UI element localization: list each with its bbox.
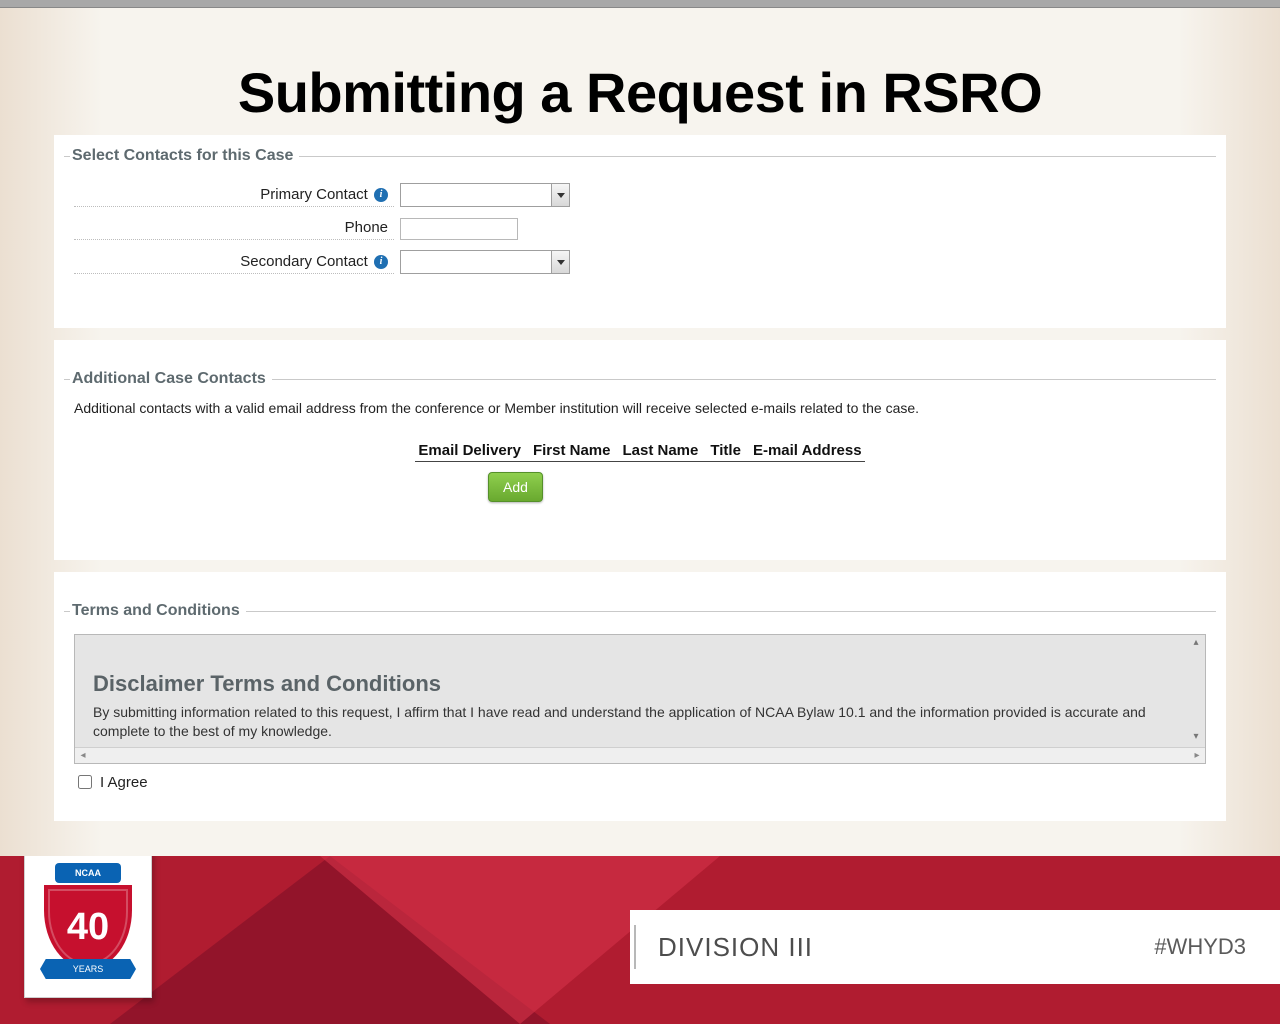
chevron-down-icon[interactable] [551, 251, 569, 273]
additional-description: Additional contacts with a valid email a… [74, 400, 1216, 416]
scroll-left-icon[interactable]: ◂ [75, 748, 91, 764]
add-button[interactable]: Add [488, 472, 543, 502]
hashtag-text: #WHYD3 [1154, 934, 1246, 960]
terms-fieldset: Terms and Conditions ▴ Disclaimer Terms … [64, 602, 1216, 807]
terms-legend: Terms and Conditions [70, 602, 246, 620]
terms-panel: Terms and Conditions ▴ Disclaimer Terms … [54, 572, 1226, 821]
primary-contact-label: Primary Contact i [74, 184, 394, 207]
footer: DIVISION III #WHYD3 NCAA 40 YEARS [0, 856, 1280, 1024]
phone-row: Phone [64, 217, 1216, 240]
info-icon[interactable]: i [374, 255, 388, 269]
scroll-down-icon[interactable]: ▾ [1189, 731, 1203, 745]
primary-contact-row: Primary Contact i [64, 183, 1216, 207]
badge-top-label: NCAA [55, 863, 121, 883]
secondary-contact-dropdown[interactable] [400, 250, 570, 274]
footer-separator [634, 925, 636, 969]
slide-content: Submitting a Request in RSRO Select Cont… [0, 0, 1280, 821]
scroll-up-icon[interactable]: ▴ [1189, 637, 1203, 651]
contacts-panel: Select Contacts for this Case Primary Co… [54, 135, 1226, 328]
terms-box: ▴ Disclaimer Terms and Conditions By sub… [74, 634, 1206, 764]
top-bar [0, 0, 1280, 8]
additional-fieldset: Additional Case Contacts Additional cont… [64, 370, 1216, 526]
badge-ribbon: YEARS [40, 959, 136, 979]
col-email-delivery: Email Delivery [418, 442, 521, 459]
secondary-contact-label-text: Secondary Contact [240, 253, 368, 270]
additional-table-header: Email Delivery First Name Last Name Titl… [415, 442, 865, 462]
info-icon[interactable]: i [374, 188, 388, 202]
horizontal-scrollbar[interactable]: ◂ ▸ [75, 747, 1205, 763]
badge-number: 40 [44, 885, 132, 969]
secondary-contact-row: Secondary Contact i [64, 250, 1216, 274]
contacts-legend: Select Contacts for this Case [70, 147, 299, 165]
additional-legend: Additional Case Contacts [70, 370, 272, 388]
col-title: Title [710, 442, 741, 459]
primary-contact-label-text: Primary Contact [260, 186, 368, 203]
anniversary-badge: NCAA 40 YEARS [24, 856, 152, 998]
division-text: DIVISION III [658, 932, 813, 963]
disclaimer-heading: Disclaimer Terms and Conditions [93, 671, 1187, 697]
phone-label: Phone [74, 217, 394, 240]
col-first-name: First Name [533, 442, 611, 459]
col-email-address: E-mail Address [753, 442, 862, 459]
footer-white-bar: DIVISION III #WHYD3 [630, 910, 1280, 984]
scroll-right-icon[interactable]: ▸ [1189, 748, 1205, 764]
agree-checkbox[interactable] [78, 775, 92, 789]
primary-contact-dropdown[interactable] [400, 183, 570, 207]
agree-label: I Agree [100, 774, 148, 791]
agree-row[interactable]: I Agree [78, 774, 1216, 791]
secondary-contact-label: Secondary Contact i [74, 251, 394, 274]
disclaimer-body: By submitting information related to thi… [93, 703, 1187, 741]
chevron-down-icon[interactable] [551, 184, 569, 206]
col-last-name: Last Name [622, 442, 698, 459]
phone-input[interactable] [400, 218, 518, 240]
contacts-fieldset: Select Contacts for this Case Primary Co… [64, 147, 1216, 298]
page-title: Submitting a Request in RSRO [54, 60, 1226, 125]
additional-contacts-panel: Additional Case Contacts Additional cont… [54, 340, 1226, 560]
badge-inner: NCAA 40 YEARS [37, 863, 139, 983]
